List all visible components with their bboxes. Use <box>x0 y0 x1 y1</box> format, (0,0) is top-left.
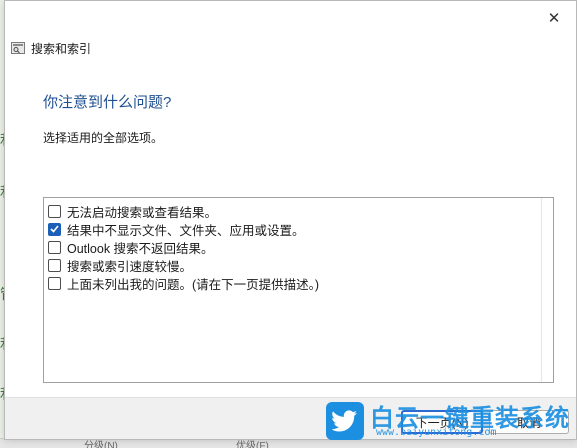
option-not-listed[interactable]: 上面未列出我的问题。(请在下一页提供描述。) <box>48 274 319 292</box>
checkbox[interactable] <box>48 258 61 272</box>
option-label: 搜索或索引速度较慢。 <box>67 259 193 274</box>
option-slow-search[interactable]: 搜索或索引速度较慢。 <box>48 256 192 274</box>
close-icon: ✕ <box>547 10 561 27</box>
options-list: 无法启动搜索或查看结果。 结果中不显示文件、文件夹、应用或设置。 Outlook… <box>43 197 554 383</box>
option-label: Outlook 搜索不返回结果。 <box>67 241 214 256</box>
dialog-footer: 下一页(N) 取消 <box>5 397 576 439</box>
search-indexing-icon <box>11 42 25 54</box>
option-results-not-shown[interactable]: 结果中不显示文件、文件夹、应用或设置。 <box>48 220 305 238</box>
option-cannot-start-search[interactable]: 无法启动搜索或查看结果。 <box>48 202 217 220</box>
close-button[interactable]: ✕ <box>540 7 568 29</box>
troubleshooter-dialog: ✕ 搜索和索引 你注意到什么问题? 选择适用的全部选项。 无法启动搜索或查看结果… <box>4 0 577 440</box>
checkbox[interactable] <box>48 276 61 290</box>
option-label: 上面未列出我的问题。(请在下一页提供描述。) <box>67 277 320 292</box>
next-button[interactable]: 下一页(N) <box>401 410 483 434</box>
option-label: 结果中不显示文件、文件夹、应用或设置。 <box>67 223 305 238</box>
instruction-text: 选择适用的全部选项。 <box>43 131 164 145</box>
checkmark-icon <box>50 225 59 233</box>
checkbox[interactable] <box>48 240 61 254</box>
checkbox[interactable] <box>48 222 61 236</box>
option-outlook-no-results[interactable]: Outlook 搜索不返回结果。 <box>48 238 214 256</box>
checkbox[interactable] <box>48 204 61 218</box>
scrollbar[interactable] <box>541 198 553 382</box>
dialog-title-bar: 搜索和索引 <box>11 39 91 57</box>
dialog-title: 搜索和索引 <box>31 41 92 56</box>
question-heading: 你注意到什么问题? <box>43 94 172 111</box>
cancel-button[interactable]: 取消 <box>489 410 569 434</box>
option-label: 无法启动搜索或查看结果。 <box>67 205 218 220</box>
